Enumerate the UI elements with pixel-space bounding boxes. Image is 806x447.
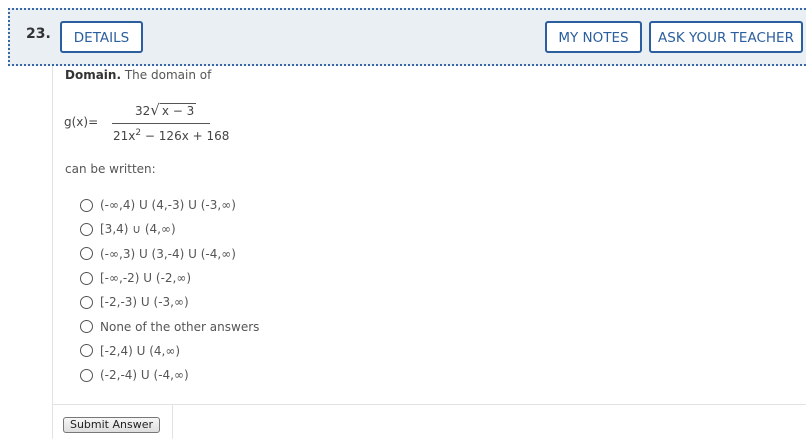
details-button[interactable]: DETAILS bbox=[60, 21, 143, 53]
denominator-lead-term: 21x bbox=[113, 129, 136, 143]
answer-option[interactable]: [-∞,-2) U (-2,∞) bbox=[80, 266, 259, 290]
square-root-icon: √ bbox=[150, 101, 160, 119]
function-name: g(x)= bbox=[64, 115, 99, 129]
question-body: Domain. The domain of g(x)= 32√ x − 3 21x… bbox=[52, 66, 806, 439]
answer-option[interactable]: [3,4) ∪ (4,∞) bbox=[80, 217, 259, 241]
ask-your-teacher-button[interactable]: ASK YOUR TEACHER bbox=[649, 21, 803, 53]
answer-options: (-∞,4) U (4,-3) U (-3,∞) [3,4) ∪ (4,∞) (… bbox=[80, 193, 259, 387]
problem-statement: Domain. The domain of bbox=[65, 68, 211, 82]
submit-answer-button[interactable]: Submit Answer bbox=[63, 417, 160, 433]
radio-button[interactable] bbox=[80, 320, 93, 334]
domain-intro-text: The domain of bbox=[121, 68, 212, 82]
numerator-coefficient: 32 bbox=[135, 104, 151, 118]
formula-denominator: 21x2 − 126x + 168 bbox=[113, 128, 229, 143]
answer-option[interactable]: [-2,4) U (4,∞) bbox=[80, 339, 259, 363]
question-number: 23. bbox=[26, 26, 51, 42]
answer-option-label[interactable]: None of the other answers bbox=[100, 320, 259, 334]
radio-button[interactable] bbox=[80, 222, 93, 236]
function-formula: g(x)= 32√ x − 3 21x2 − 126x + 168 bbox=[64, 101, 264, 144]
my-notes-button[interactable]: MY NOTES bbox=[545, 21, 642, 53]
formula-numerator: 32√ x − 3 bbox=[135, 101, 197, 119]
answer-option[interactable]: (-∞,4) U (4,-3) U (-3,∞) bbox=[80, 193, 259, 217]
footer-divider bbox=[173, 404, 806, 405]
answer-option[interactable]: None of the other answers bbox=[80, 314, 259, 338]
radio-button[interactable] bbox=[80, 368, 93, 382]
submit-area: Submit Answer bbox=[53, 404, 173, 439]
answer-option-label[interactable]: (-∞,4) U (4,-3) U (-3,∞) bbox=[100, 198, 236, 212]
fraction-bar bbox=[112, 123, 210, 124]
radio-button[interactable] bbox=[80, 271, 93, 285]
radio-button[interactable] bbox=[80, 198, 93, 212]
radicand: x − 3 bbox=[159, 103, 197, 118]
answer-option-label[interactable]: (-2,-4) U (-4,∞) bbox=[100, 368, 189, 382]
radio-button[interactable] bbox=[80, 247, 93, 261]
prompt-text: can be written: bbox=[65, 162, 156, 176]
radio-button[interactable] bbox=[80, 344, 93, 358]
answer-option-label[interactable]: (-∞,3) U (3,-4) U (-4,∞) bbox=[100, 247, 236, 261]
radio-button[interactable] bbox=[80, 295, 93, 309]
answer-option-label[interactable]: [-2,4) U (4,∞) bbox=[100, 344, 180, 358]
answer-option-label[interactable]: [-2,-3) U (-3,∞) bbox=[100, 295, 189, 309]
answer-option-label[interactable]: [-∞,-2) U (-2,∞) bbox=[100, 271, 191, 285]
answer-option-label[interactable]: [3,4) ∪ (4,∞) bbox=[100, 222, 176, 236]
answer-option[interactable]: [-2,-3) U (-3,∞) bbox=[80, 290, 259, 314]
denominator-rest: − 126x + 168 bbox=[141, 129, 230, 143]
domain-heading: Domain. bbox=[65, 68, 122, 82]
question-panel: 23. DETAILS MY NOTES ASK YOUR TEACHER Do… bbox=[0, 0, 806, 447]
answer-option[interactable]: (-∞,3) U (3,-4) U (-4,∞) bbox=[80, 242, 259, 266]
question-header: 23. DETAILS MY NOTES ASK YOUR TEACHER bbox=[8, 8, 806, 66]
answer-option[interactable]: (-2,-4) U (-4,∞) bbox=[80, 363, 259, 387]
